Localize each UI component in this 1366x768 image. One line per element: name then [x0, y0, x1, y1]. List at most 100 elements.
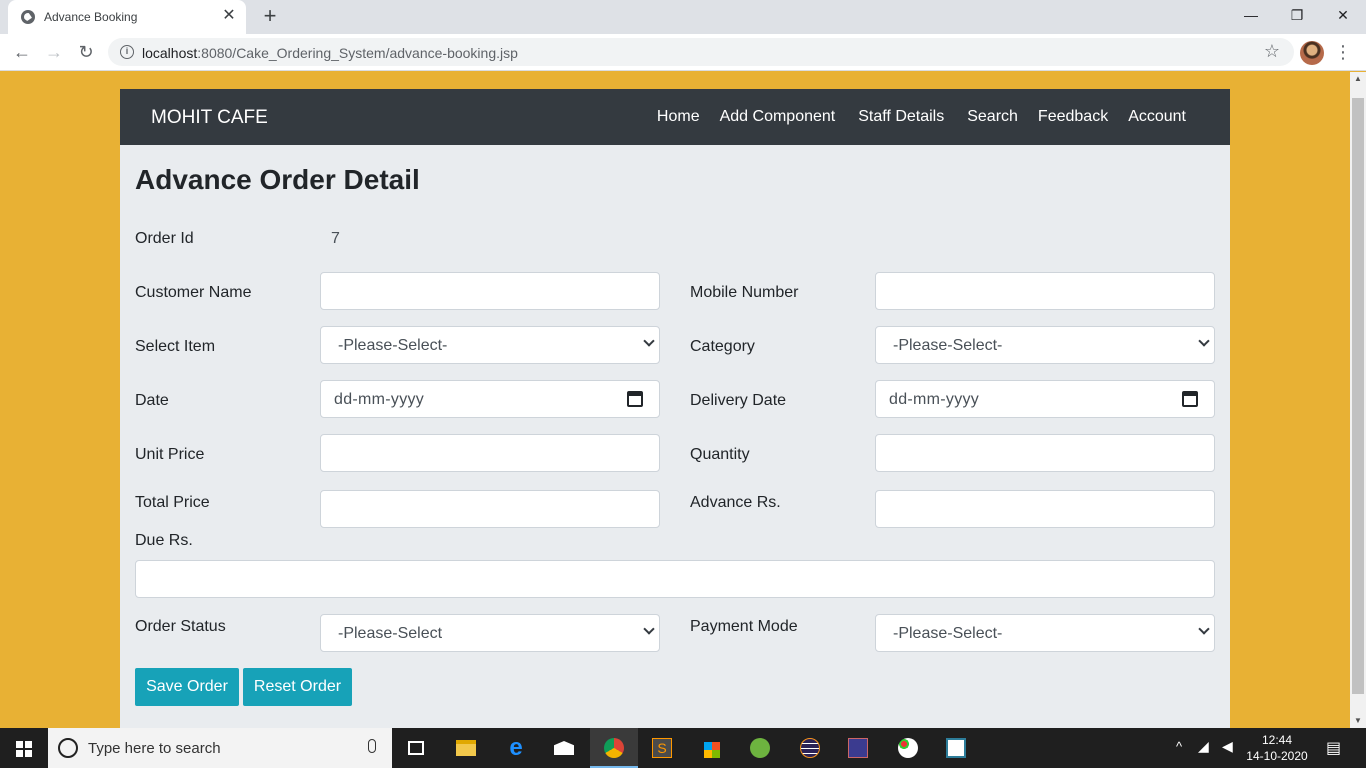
- spring-tool-button[interactable]: [736, 728, 784, 768]
- reset-order-button[interactable]: Reset Order: [243, 668, 352, 706]
- game-icon: [848, 738, 868, 758]
- nav-links: Home Add Component Staff Details Search …: [657, 108, 1186, 126]
- chevron-down-icon: [643, 335, 655, 347]
- url-host: localhost: [142, 45, 198, 61]
- folder-icon: [456, 740, 476, 756]
- order-status-value: -Please-Select: [338, 625, 443, 642]
- notepad-button[interactable]: [932, 728, 980, 768]
- paint-palette-icon: [898, 738, 918, 758]
- forward-button[interactable]: →: [42, 40, 66, 64]
- date-placeholder: dd-mm-yyyy: [334, 391, 425, 408]
- nav-add-component[interactable]: Add Component: [720, 108, 836, 126]
- category-dropdown[interactable]: -Please-Select-: [875, 326, 1215, 364]
- select-item-dropdown[interactable]: -Please-Select-: [320, 326, 660, 364]
- new-tab-button[interactable]: +: [258, 5, 282, 29]
- mail-button[interactable]: [540, 728, 588, 768]
- order-id-label: Order Id: [135, 230, 194, 247]
- edge-icon: e: [509, 734, 523, 761]
- scroll-down-icon[interactable]: ▼: [1350, 714, 1366, 728]
- minimize-button[interactable]: —: [1228, 4, 1274, 28]
- calendar-icon[interactable]: [1182, 391, 1198, 407]
- store-button[interactable]: [688, 728, 736, 768]
- payment-mode-dropdown[interactable]: -Please-Select-: [875, 614, 1215, 652]
- store-icon: [704, 742, 720, 758]
- delivery-date-placeholder: dd-mm-yyyy: [889, 391, 980, 408]
- due-label: Due Rs.: [135, 532, 193, 549]
- due-input[interactable]: [135, 560, 1215, 598]
- taskbar-search[interactable]: Type here to search: [48, 728, 392, 768]
- system-clock[interactable]: 12:44 14-10-2020: [1244, 732, 1310, 764]
- chevron-down-icon: [1198, 623, 1210, 635]
- quantity-label: Quantity: [690, 446, 750, 463]
- game-app-button[interactable]: [834, 728, 882, 768]
- sublime-text-button[interactable]: S: [638, 728, 686, 768]
- calendar-icon[interactable]: [627, 391, 643, 407]
- customer-name-input[interactable]: [320, 272, 660, 310]
- date-label: Date: [135, 392, 169, 409]
- scrollbar-thumb[interactable]: [1352, 98, 1364, 694]
- chevron-up-icon[interactable]: ^: [1176, 739, 1182, 768]
- main-container: MOHIT CAFE Home Add Component Staff Deta…: [120, 89, 1230, 728]
- site-navbar: MOHIT CAFE Home Add Component Staff Deta…: [120, 89, 1230, 145]
- advance-input[interactable]: [875, 490, 1215, 528]
- bookmark-star-icon[interactable]: ☆: [1264, 41, 1280, 62]
- nav-staff-details[interactable]: Staff Details: [858, 108, 944, 126]
- total-price-input[interactable]: [320, 490, 660, 528]
- nav-account[interactable]: Account: [1128, 108, 1186, 126]
- reload-button[interactable]: ↻: [74, 40, 98, 64]
- url-path: :8080/Cake_Ordering_System/advance-booki…: [197, 45, 518, 61]
- delivery-date-input[interactable]: dd-mm-yyyy: [875, 380, 1215, 418]
- mobile-number-input[interactable]: [875, 272, 1215, 310]
- restore-button[interactable]: ❐: [1274, 4, 1320, 28]
- nav-feedback[interactable]: Feedback: [1038, 108, 1108, 126]
- quantity-input[interactable]: [875, 434, 1215, 472]
- scroll-up-icon[interactable]: ▲: [1350, 72, 1366, 86]
- select-item-label: Select Item: [135, 338, 216, 355]
- unit-price-input[interactable]: [320, 434, 660, 472]
- browser-tab[interactable]: Advance Booking ✕: [8, 0, 246, 34]
- paint-button[interactable]: [884, 728, 932, 768]
- nav-home[interactable]: Home: [657, 108, 700, 126]
- notification-icon[interactable]: ▤: [1326, 738, 1341, 768]
- eclipse-button[interactable]: [786, 728, 834, 768]
- tab-close-icon[interactable]: ✕: [220, 7, 238, 25]
- sublime-text-icon: S: [652, 738, 672, 758]
- customer-name-label: Customer Name: [135, 284, 252, 301]
- clock-date: 14-10-2020: [1246, 749, 1308, 763]
- windows-logo-icon: [16, 750, 23, 757]
- info-icon[interactable]: i: [120, 45, 134, 59]
- order-id-value: 7: [331, 230, 340, 247]
- windows-logo-icon: [16, 741, 23, 748]
- microphone-icon[interactable]: [368, 739, 376, 753]
- browser-menu-icon[interactable]: ⋮: [1334, 40, 1352, 64]
- eclipse-icon: [800, 738, 820, 758]
- save-order-button[interactable]: Save Order: [135, 668, 239, 706]
- nav-search[interactable]: Search: [967, 108, 1018, 126]
- mobile-number-label: Mobile Number: [690, 284, 799, 301]
- task-view-button[interactable]: [392, 728, 440, 768]
- category-label: Category: [690, 338, 755, 355]
- payment-mode-label: Payment Mode: [690, 618, 798, 635]
- browser-toolbar: ← → ↻ i localhost:8080/Cake_Ordering_Sys…: [0, 34, 1366, 71]
- select-item-value: -Please-Select-: [338, 337, 448, 354]
- date-input[interactable]: dd-mm-yyyy: [320, 380, 660, 418]
- back-button[interactable]: ←: [10, 40, 34, 64]
- volume-muted-icon[interactable]: ◀: [1222, 738, 1233, 768]
- file-explorer-button[interactable]: [442, 728, 490, 768]
- site-brand[interactable]: MOHIT CAFE: [151, 107, 268, 129]
- url-text[interactable]: localhost:8080/Cake_Ordering_System/adva…: [142, 45, 518, 61]
- address-bar[interactable]: i localhost:8080/Cake_Ordering_System/ad…: [108, 38, 1294, 66]
- order-status-dropdown[interactable]: -Please-Select: [320, 614, 660, 652]
- window-close-button[interactable]: ✕: [1320, 4, 1366, 28]
- page-title: Advance Order Detail: [135, 164, 420, 195]
- edge-button[interactable]: e: [492, 728, 540, 768]
- globe-icon: [21, 10, 35, 24]
- windows-logo-icon: [25, 741, 32, 748]
- page-scrollbar[interactable]: ▲ ▼: [1350, 72, 1366, 728]
- network-icon[interactable]: ◢: [1198, 738, 1209, 768]
- unit-price-label: Unit Price: [135, 446, 205, 463]
- chrome-button[interactable]: [590, 728, 638, 768]
- profile-avatar[interactable]: [1300, 41, 1324, 65]
- chrome-icon: [604, 738, 624, 758]
- start-button[interactable]: [0, 728, 48, 768]
